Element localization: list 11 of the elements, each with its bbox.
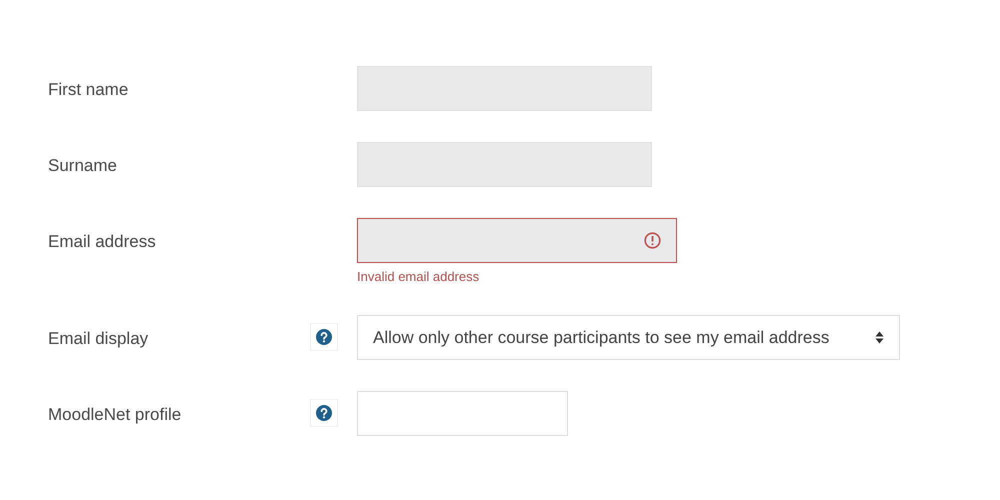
email-display-select[interactable]: Allow only other course participants to see my email address [357, 315, 900, 360]
field-label: Surname [48, 156, 117, 176]
field-label: MoodleNet profile [48, 405, 182, 425]
field-label: Email address [48, 232, 156, 252]
help-icon[interactable] [316, 329, 332, 345]
help-icon[interactable] [316, 405, 332, 421]
error-icon [644, 232, 661, 249]
error-message: Invalid email address [357, 269, 480, 284]
field-label: Email display [48, 329, 148, 349]
field-label: First name [48, 80, 128, 100]
sort-caret-icon [875, 331, 884, 344]
